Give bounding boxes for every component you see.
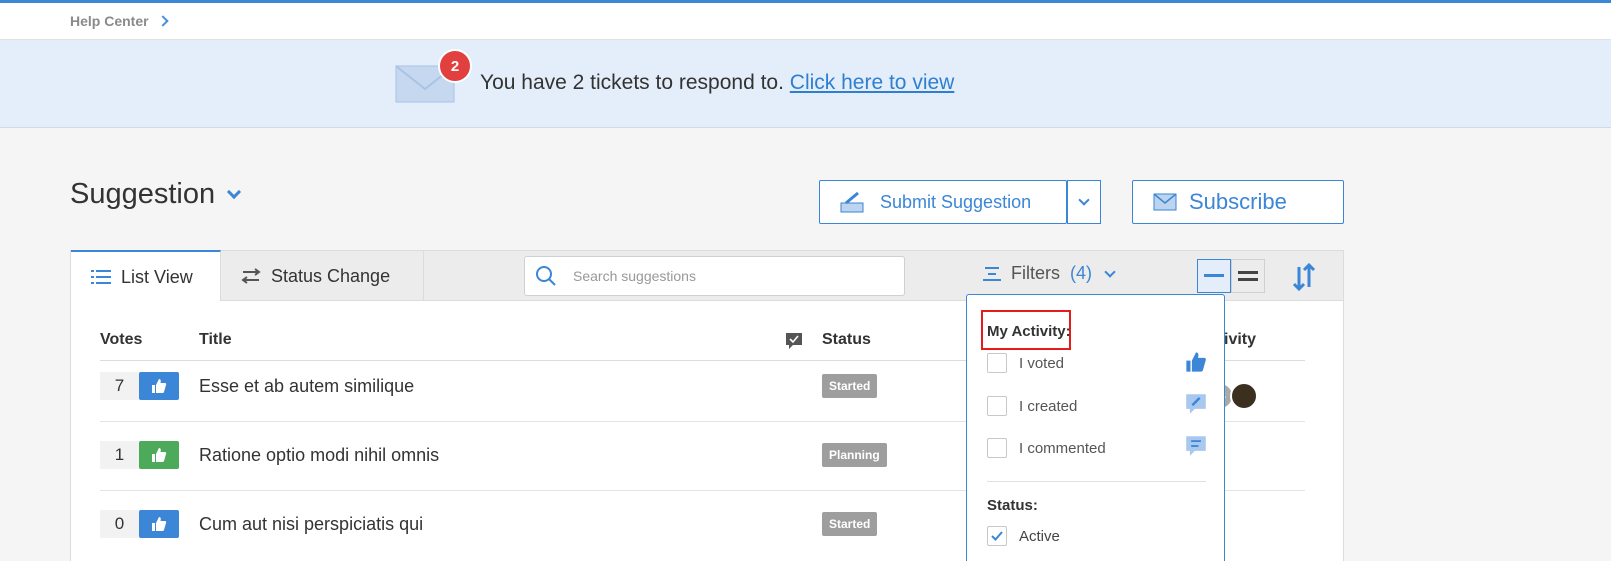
avatar[interactable] — [1230, 382, 1258, 410]
compact-view-icon — [1204, 274, 1224, 277]
breadcrumb-help-center[interactable]: Help Center — [70, 13, 149, 29]
expanded-view-toggle[interactable] — [1231, 259, 1265, 293]
filter-i-created[interactable]: I created — [987, 396, 1077, 416]
i-commented-label: I commented — [1019, 439, 1106, 457]
i-created-label: I created — [1019, 397, 1078, 415]
i-voted-label: I voted — [1019, 354, 1065, 372]
tab-list-view-label: List View — [121, 266, 193, 287]
column-title[interactable]: Title — [199, 331, 232, 349]
upvote-button[interactable] — [139, 441, 179, 469]
vote-widget: 0 — [100, 510, 180, 538]
vote-count: 0 — [100, 510, 139, 538]
column-votes[interactable]: Votes — [100, 331, 142, 349]
submit-options-dropdown[interactable] — [1067, 180, 1101, 224]
chevron-down-icon — [227, 184, 242, 199]
filters-label: Filters — [1011, 263, 1060, 283]
checkmark-icon — [991, 531, 1003, 541]
tickets-banner: 2 You have 2 tickets to respond to. Clic… — [0, 40, 1611, 128]
my-activity-heading: My Activity: — [987, 323, 1071, 340]
subscribe-button[interactable]: Subscribe — [1132, 180, 1344, 224]
vote-widget: 7 — [100, 372, 180, 400]
submit-suggestion-label: Submit Suggestion — [880, 191, 1032, 212]
comment-icon — [1186, 436, 1206, 456]
column-status[interactable]: Status — [822, 331, 871, 349]
tab-status-change-label: Status Change — [271, 265, 391, 286]
vote-count: 1 — [100, 441, 139, 469]
filter-i-voted[interactable]: I voted — [987, 353, 1064, 373]
tab-list-view[interactable]: List View — [71, 250, 221, 302]
list-icon — [91, 270, 111, 284]
filter-icon — [983, 266, 1001, 281]
notification-badge: 2 — [438, 49, 472, 83]
status-badge: Started — [822, 374, 878, 398]
pencil-icon — [840, 191, 864, 213]
envelope-icon — [1153, 193, 1177, 211]
subscribe-label: Subscribe — [1189, 189, 1287, 214]
upvote-button[interactable] — [139, 510, 179, 538]
vote-widget: 1 — [100, 441, 180, 469]
status-heading: Status: — [987, 497, 1038, 514]
thumbs-up-icon — [152, 448, 167, 462]
pencil-comment-icon — [1186, 394, 1206, 414]
banner-text: You have 2 tickets to respond to. — [480, 71, 784, 94]
upvote-button[interactable] — [139, 372, 179, 400]
search-box — [524, 256, 905, 296]
banner-message: You have 2 tickets to respond to. Click … — [480, 71, 954, 95]
comments-column-icon — [786, 333, 802, 349]
suggestion-title-link[interactable]: Cum aut nisi perspiciatis qui — [199, 514, 423, 535]
i-voted-checkbox[interactable] — [987, 353, 1007, 373]
submit-suggestion-button[interactable]: Submit Suggestion — [819, 180, 1067, 224]
search-input[interactable] — [573, 268, 873, 284]
breadcrumb-bar: Help Center — [0, 3, 1611, 40]
view-tickets-link[interactable]: Click here to view — [790, 71, 955, 94]
dropdown-divider — [987, 481, 1206, 482]
chevron-right-icon — [156, 15, 169, 27]
column-activity[interactable]: ivity — [1224, 331, 1256, 349]
compact-view-toggle[interactable] — [1197, 259, 1231, 293]
chevron-down-icon — [1078, 194, 1090, 206]
suggestion-title-link[interactable]: Esse et ab autem similique — [199, 376, 414, 397]
filter-status-active[interactable]: Active — [987, 526, 1060, 546]
thumbs-up-icon — [1186, 352, 1206, 372]
filters-count: (4) — [1070, 263, 1092, 283]
thumbs-up-icon — [152, 517, 167, 531]
sort-icon[interactable] — [1291, 263, 1317, 291]
filters-button[interactable]: Filters (4) — [983, 263, 1116, 284]
suggestion-title-link[interactable]: Ratione optio modi nihil omnis — [199, 445, 439, 466]
vote-count: 7 — [100, 372, 139, 400]
filters-dropdown: My Activity: I voted I created I comment… — [966, 294, 1225, 561]
status-badge: Started — [822, 512, 878, 536]
filter-i-commented[interactable]: I commented — [987, 438, 1106, 458]
breadcrumb: Help Center — [70, 13, 169, 29]
swap-arrows-icon — [241, 268, 261, 284]
chevron-down-icon — [1104, 265, 1116, 278]
search-icon — [536, 266, 556, 286]
i-created-checkbox[interactable] — [987, 396, 1007, 416]
expanded-view-icon — [1238, 271, 1258, 281]
page-title[interactable]: Suggestion — [70, 178, 242, 211]
active-checkbox[interactable] — [987, 526, 1007, 546]
page-title-text: Suggestion — [70, 178, 216, 210]
active-label: Active — [1019, 527, 1060, 545]
status-badge: Planning — [822, 443, 887, 467]
tab-status-change[interactable]: Status Change — [221, 251, 424, 301]
i-commented-checkbox[interactable] — [987, 438, 1007, 458]
thumbs-up-icon — [152, 379, 167, 393]
